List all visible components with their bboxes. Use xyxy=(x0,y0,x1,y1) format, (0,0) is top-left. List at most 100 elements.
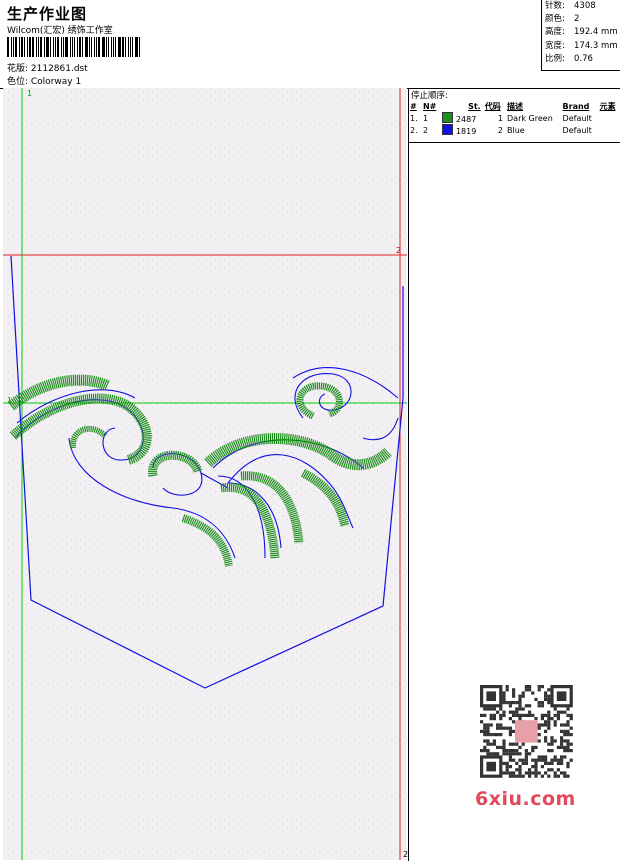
col-header-stitches: St. xyxy=(468,101,481,111)
col-header-element: 元素 xyxy=(599,101,616,111)
barcode-bar xyxy=(107,37,109,57)
watermark-logo: 6xiu.com xyxy=(475,788,576,810)
barcode-bar xyxy=(132,37,134,57)
bottom-right-marker: 2 xyxy=(403,850,409,859)
barcode-bar xyxy=(26,37,28,57)
barcode-bar xyxy=(38,37,40,57)
barcode-bar xyxy=(88,37,90,57)
barcode-bar xyxy=(14,37,18,57)
row-description: Blue xyxy=(507,125,525,135)
row-brand: Default xyxy=(562,125,592,135)
barcode-bar xyxy=(61,37,63,57)
row-stitches: 2487 xyxy=(440,112,482,124)
barcode-bar xyxy=(44,37,45,57)
colorway-label: 色位: Colorway 1 xyxy=(7,77,82,87)
row-brand: Default xyxy=(562,113,592,123)
row-n: 2 xyxy=(422,125,429,135)
color-swatch xyxy=(442,124,454,135)
barcode-bar xyxy=(84,37,88,57)
barcode-bar xyxy=(77,37,79,57)
green-guide-marker-left: 1 xyxy=(7,396,13,405)
barcode-bar xyxy=(118,37,121,57)
barcode-bar xyxy=(96,37,98,57)
barcode-bar xyxy=(63,37,64,57)
row-code: 2 xyxy=(497,125,504,135)
table-row: 2. 2 1819 2 Blue Default xyxy=(408,124,620,136)
barcode-bar xyxy=(19,37,21,57)
design-stats-panel: 针数: 4308 颜色: 2 高度: 192.4 mm 宽度: 174.3 mm 比例:… xyxy=(541,0,620,71)
stop-sequence-panel: 停止顺序: # N# St. 代码 描述 Brand 元素 1. 1 2487 … xyxy=(408,88,620,143)
barcode-bar xyxy=(12,37,14,57)
barcode-bar xyxy=(31,37,35,57)
barcode-bar xyxy=(64,37,68,57)
row-element xyxy=(598,124,620,136)
design-height: 高度: 192.4 mm xyxy=(545,27,618,38)
barcode-bar xyxy=(105,37,107,57)
row-element xyxy=(598,112,620,124)
barcode-bar xyxy=(45,37,49,57)
barcode-bar xyxy=(129,37,132,57)
green-guide-marker-top: 1 xyxy=(27,89,33,98)
barcode-bar xyxy=(74,37,76,57)
design-width: 宽度: 174.3 mm xyxy=(545,40,618,51)
barcode-bar xyxy=(90,37,93,57)
col-header-code: 代码 xyxy=(484,101,501,111)
barcode-bar xyxy=(102,37,105,57)
barcode-bar xyxy=(49,37,51,57)
col-header-index: # xyxy=(410,101,417,111)
barcode-bar xyxy=(69,37,71,57)
stitch-count: 针数: 4308 xyxy=(545,1,596,11)
design-preview xyxy=(3,88,407,860)
barcode-bar xyxy=(110,37,113,57)
stop-sequence-table: # N# St. 代码 描述 Brand 元素 1. 1 2487 1 Dark… xyxy=(408,100,620,137)
watermark-qr-code xyxy=(470,683,586,781)
canvas-texture xyxy=(3,88,407,860)
color-swatch xyxy=(442,112,454,123)
barcode-bar xyxy=(135,37,138,57)
barcode-bar xyxy=(82,37,83,57)
barcode-bar xyxy=(28,37,31,57)
table-row: 1. 1 2487 1 Dark Green Default xyxy=(408,112,620,124)
design-file-label: 花版: 2112861.dst xyxy=(7,64,88,74)
col-header-brand: Brand xyxy=(562,101,590,111)
barcode-bar xyxy=(139,37,140,57)
row-description: Dark Green xyxy=(507,113,553,123)
row-stitches: 1819 xyxy=(440,124,482,136)
qr-center-stamp xyxy=(515,720,538,743)
row-code: 1 xyxy=(497,113,504,123)
row-n: 1 xyxy=(422,113,429,123)
barcode-bar xyxy=(79,37,82,57)
barcode-bar xyxy=(115,37,117,57)
panel-divider xyxy=(408,88,409,861)
report-header: 生产作业图 Wilcom(汇宏) 绣饰工作室 花版: 2112861.dst 色… xyxy=(0,0,620,89)
barcode-bar xyxy=(127,37,129,57)
barcode-bar xyxy=(40,37,43,57)
barcode-bar xyxy=(71,37,74,57)
barcode-bar xyxy=(52,37,54,57)
col-header-description: 描述 xyxy=(507,101,524,111)
barcode-bar xyxy=(21,37,24,57)
barcode-bar xyxy=(98,37,101,57)
design-canvas[interactable] xyxy=(3,88,407,860)
barcode-bar xyxy=(57,37,60,57)
barcode-bar xyxy=(121,37,124,57)
barcode-bar xyxy=(10,37,12,57)
qr-code-graphic xyxy=(480,685,573,778)
design-scale: 比例: 0.76 xyxy=(545,53,593,64)
color-count: 颜色: 2 xyxy=(545,14,580,25)
barcode-bar xyxy=(36,37,38,57)
barcode-bar xyxy=(124,37,126,57)
row-index: 2. xyxy=(410,125,418,135)
red-guide-marker: 2 xyxy=(396,246,402,255)
barcode-bar xyxy=(7,37,9,57)
barcode-bar xyxy=(113,37,115,57)
barcode xyxy=(7,37,141,57)
barcode-bar xyxy=(24,37,25,57)
report-title: 生产作业图 xyxy=(7,5,88,23)
studio-name: Wilcom(汇宏) 绣饰工作室 xyxy=(7,26,113,36)
barcode-bar xyxy=(94,37,96,57)
barcode-bar xyxy=(54,37,57,57)
col-header-n: N# xyxy=(422,101,437,111)
table-header-row: # N# St. 代码 描述 Brand 元素 xyxy=(408,100,620,112)
row-index: 1. xyxy=(410,113,418,123)
